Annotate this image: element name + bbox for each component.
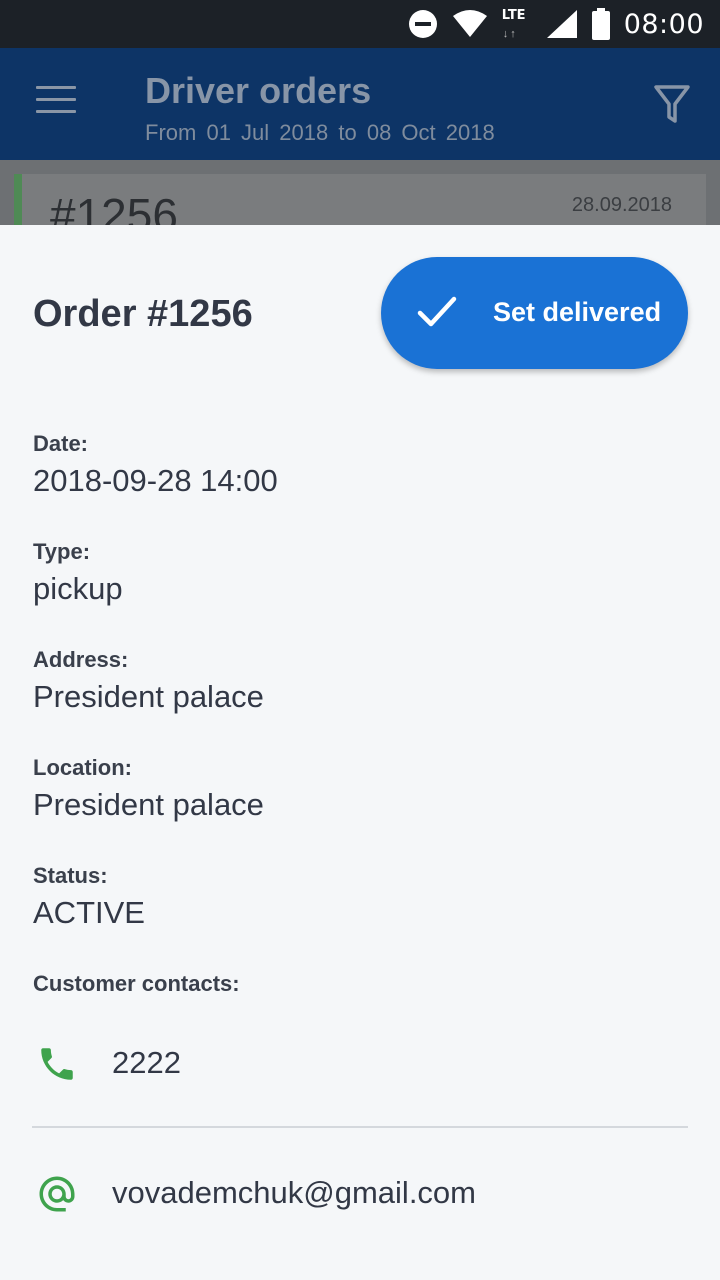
set-delivered-button[interactable]: Set delivered bbox=[381, 257, 688, 369]
phone-number: 2222 bbox=[112, 1045, 181, 1080]
lte-indicator: LTE ↓↑ bbox=[502, 6, 532, 42]
status-label: Status: bbox=[33, 863, 108, 888]
check-icon bbox=[417, 296, 457, 327]
order-title: Order #1256 bbox=[33, 293, 253, 335]
battery-icon bbox=[591, 8, 610, 40]
contacts-divider bbox=[32, 1126, 688, 1128]
at-sign-icon bbox=[39, 1176, 75, 1212]
email-address: vovademchuk@gmail.com bbox=[112, 1175, 476, 1210]
customer-contacts-label: Customer contacts: bbox=[33, 971, 240, 996]
email-contact-row[interactable]: vovademchuk@gmail.com bbox=[0, 1153, 720, 1233]
order-card-date: 28.09.2018 bbox=[571, 194, 672, 216]
from-label: From bbox=[145, 120, 197, 145]
type-value: pickup bbox=[33, 571, 123, 606]
order-details-sheet: Order #1256 Set delivered Date: 2018-09-… bbox=[0, 225, 720, 1280]
location-label: Location: bbox=[33, 755, 132, 780]
wifi-icon bbox=[452, 10, 487, 37]
to-date: 08 Oct 2018 bbox=[366, 120, 495, 145]
date-value: 2018-09-28 14:00 bbox=[33, 463, 278, 498]
type-label: Type: bbox=[33, 539, 91, 564]
app-bar: Driver orders From 01 Jul 2018 to 08 Oct… bbox=[0, 48, 720, 160]
do-not-disturb-icon bbox=[408, 10, 437, 38]
status-value: ACTIVE bbox=[33, 895, 145, 930]
set-delivered-label: Set delivered bbox=[493, 297, 662, 327]
status-bar: LTE ↓↑ 08:00 bbox=[0, 0, 720, 48]
from-date: 01 Jul 2018 bbox=[206, 120, 329, 145]
location-value: President palace bbox=[33, 787, 264, 822]
address-label: Address: bbox=[33, 647, 129, 672]
network-type: LTE bbox=[501, 8, 526, 23]
filter-icon[interactable] bbox=[654, 84, 690, 124]
data-arrows-icon: ↓↑ bbox=[502, 28, 518, 40]
phone-icon bbox=[41, 1048, 73, 1080]
date-label: Date: bbox=[33, 431, 89, 456]
clock: 08:00 bbox=[623, 8, 704, 40]
address-value: President palace bbox=[33, 679, 264, 714]
date-range: From 01 Jul 2018 to 08 Oct 2018 bbox=[145, 120, 495, 146]
phone-contact-row[interactable]: 2222 bbox=[0, 1023, 720, 1103]
page-title: Driver orders bbox=[145, 70, 372, 111]
to-label: to bbox=[338, 120, 357, 145]
signal-icon bbox=[546, 10, 577, 38]
hamburger-menu-icon[interactable] bbox=[36, 86, 76, 118]
